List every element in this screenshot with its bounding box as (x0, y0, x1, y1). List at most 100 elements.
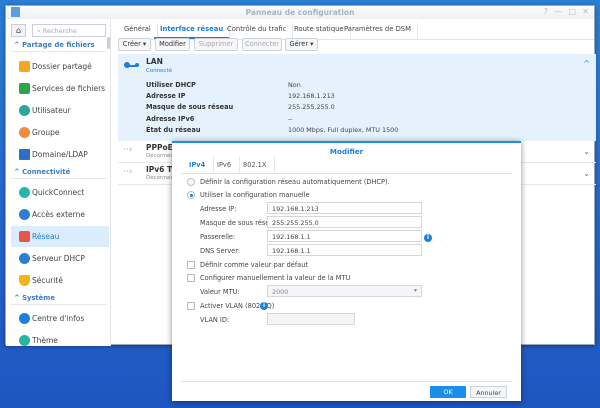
default-gateway-checkbox[interactable] (187, 261, 195, 269)
radio-manual[interactable] (187, 191, 195, 199)
default-gateway-label: Définir comme valeur par défaut (200, 261, 308, 269)
manage-button[interactable]: Gérer ▾ (285, 38, 318, 51)
sidebar-item-file-services[interactable]: Services de fichiers (11, 78, 109, 99)
subnet-label: Masque de sous réseau (146, 103, 234, 111)
modify-dialog: Modifier IPv4 IPv6 802.1X Définir la con… (172, 141, 521, 401)
title-bar[interactable]: Panneau de configuration ? — □ ✕ (6, 6, 594, 19)
lan-name: LAN (146, 57, 163, 66)
tab-traffic-control[interactable]: Contrôle du trafic (221, 23, 294, 39)
network-state-value: 1000 Mbps, Full duplex, MTU 1500 (288, 126, 399, 134)
label: Réseau (32, 232, 60, 241)
file-services-icon (19, 83, 30, 94)
mtu-select[interactable]: 2000 ▾ (267, 285, 422, 297)
section-system[interactable]: ^ Système (14, 294, 55, 302)
dns-server-input[interactable]: 192.168.1.1 (267, 244, 422, 256)
vlan-checkbox[interactable] (187, 302, 195, 310)
dialog-tab-8021x[interactable]: 802.1X (235, 157, 276, 173)
connect-button[interactable]: Connecter (242, 38, 282, 51)
manual-mtu-label: Configurer manuellement la valeur de la … (200, 274, 351, 282)
lan-interface-panel[interactable]: LAN Connecté ^ Utiliser DHCP Non Adresse … (118, 54, 596, 141)
label: Services de fichiers (32, 84, 106, 93)
help-button[interactable]: ? (544, 7, 548, 16)
label: Utilisateur (32, 106, 71, 115)
group-icon (19, 127, 30, 138)
tab-dsm-settings[interactable]: Paramètres de DSM (338, 23, 418, 39)
expand-chevron-icon[interactable]: ⌄ (583, 169, 590, 178)
lan-connected-icon (124, 62, 139, 68)
subnet-mask-input[interactable]: 255.255.255.0 (267, 216, 422, 228)
divider (11, 304, 107, 305)
section-label: Connectivité (22, 168, 71, 176)
cancel-button[interactable]: Annuler (470, 386, 507, 398)
sidebar-item-security[interactable]: Sécurité (11, 270, 109, 291)
search-placeholder: Recherche (42, 27, 77, 35)
domain-icon (19, 149, 30, 160)
sidebar-item-dhcp-server[interactable]: Serveur DHCP (11, 248, 109, 269)
minimize-button[interactable]: — (554, 7, 562, 16)
gateway-input[interactable]: 192.168.1.1 (267, 230, 422, 242)
label: Thème (32, 336, 58, 345)
create-button[interactable]: Créer ▾ (118, 38, 151, 51)
expand-chevron-icon[interactable]: ⌄ (583, 147, 590, 156)
sidebar-item-shared-folder[interactable]: Dossier partagé (11, 56, 109, 77)
tab-general[interactable]: Général (118, 23, 158, 39)
delete-button[interactable]: Supprimer (194, 38, 238, 51)
manual-mtu-checkbox[interactable] (187, 274, 195, 282)
ip-label: Adresse IP (146, 92, 186, 100)
label: QuickConnect (32, 188, 85, 197)
section-label: Partage de fichiers (22, 41, 95, 49)
maximize-button[interactable]: □ (568, 7, 576, 16)
modify-button[interactable]: Modifier (155, 38, 190, 51)
dropdown-arrow-icon: ▾ (413, 287, 417, 294)
sidebar-item-external-access[interactable]: Accès externe (11, 204, 109, 225)
sidebar-item-theme[interactable]: Thème (11, 330, 109, 351)
ip-value: 192.168.1.213 (288, 92, 335, 100)
dhcp-value: Non (288, 81, 301, 89)
divider (11, 51, 107, 52)
section-label: Système (22, 294, 55, 302)
label: Dossier partagé (32, 62, 92, 71)
ip-address-input[interactable]: 192.168.1.213 (267, 202, 422, 214)
label: Sécurité (32, 276, 63, 285)
tab-network-interface[interactable]: Interface réseau (154, 23, 231, 39)
ok-button[interactable]: OK (430, 386, 466, 398)
info-icon (19, 313, 30, 324)
gateway-info-icon[interactable]: i (424, 234, 432, 242)
sidebar-item-network[interactable]: Réseau (11, 226, 109, 247)
sidebar-item-user[interactable]: Utilisateur (11, 100, 109, 121)
folder-icon (19, 61, 30, 72)
search-input[interactable]: ⌕ Recherche (32, 24, 106, 37)
mtu-selected-value: 2000 (272, 288, 289, 296)
radio-manual-label: Utiliser la configuration manuelle (200, 191, 310, 199)
label: Groupe (32, 128, 60, 137)
sidebar-item-quickconnect[interactable]: QuickConnect (11, 182, 109, 203)
radio-dhcp[interactable] (187, 178, 195, 186)
sidebar-scrollbar[interactable] (107, 37, 110, 49)
close-button[interactable]: ✕ (582, 7, 589, 16)
vlan-info-icon[interactable]: i (260, 302, 268, 310)
quickconnect-icon (19, 187, 30, 198)
palette-icon (19, 335, 30, 346)
mtu-value-label: Valeur MTU: (200, 288, 240, 296)
label: Domaine/LDAP (32, 150, 88, 159)
divider (11, 178, 107, 179)
section-connectivity[interactable]: ^ Connectivité (14, 168, 70, 176)
globe-icon (19, 209, 30, 220)
shield-icon (19, 275, 30, 286)
disconnected-arrow-icon: ··› (123, 145, 133, 155)
label: Accès externe (32, 210, 85, 219)
dhcp-label: Utiliser DHCP (146, 81, 196, 89)
label: Serveur DHCP (32, 254, 85, 263)
section-file-sharing[interactable]: ^ Partage de fichiers (14, 41, 95, 49)
vlan-id-input[interactable] (267, 313, 355, 325)
ip-address-label: Adresse IP: (200, 205, 237, 213)
sidebar-item-info-center[interactable]: Centre d'infos (11, 308, 109, 329)
gateway-label: Passerelle: (200, 233, 236, 241)
home-button[interactable]: ⌂ (11, 24, 26, 37)
disconnected-arrow-icon: ··› (123, 167, 133, 177)
collapse-chevron-icon[interactable]: ^ (583, 59, 590, 68)
subnet-value: 255.255.255.0 (288, 103, 335, 111)
vlan-id-label: VLAN ID: (200, 316, 230, 324)
sidebar-item-domain-ldap[interactable]: Domaine/LDAP (11, 144, 109, 165)
sidebar-item-group[interactable]: Groupe (11, 122, 109, 143)
